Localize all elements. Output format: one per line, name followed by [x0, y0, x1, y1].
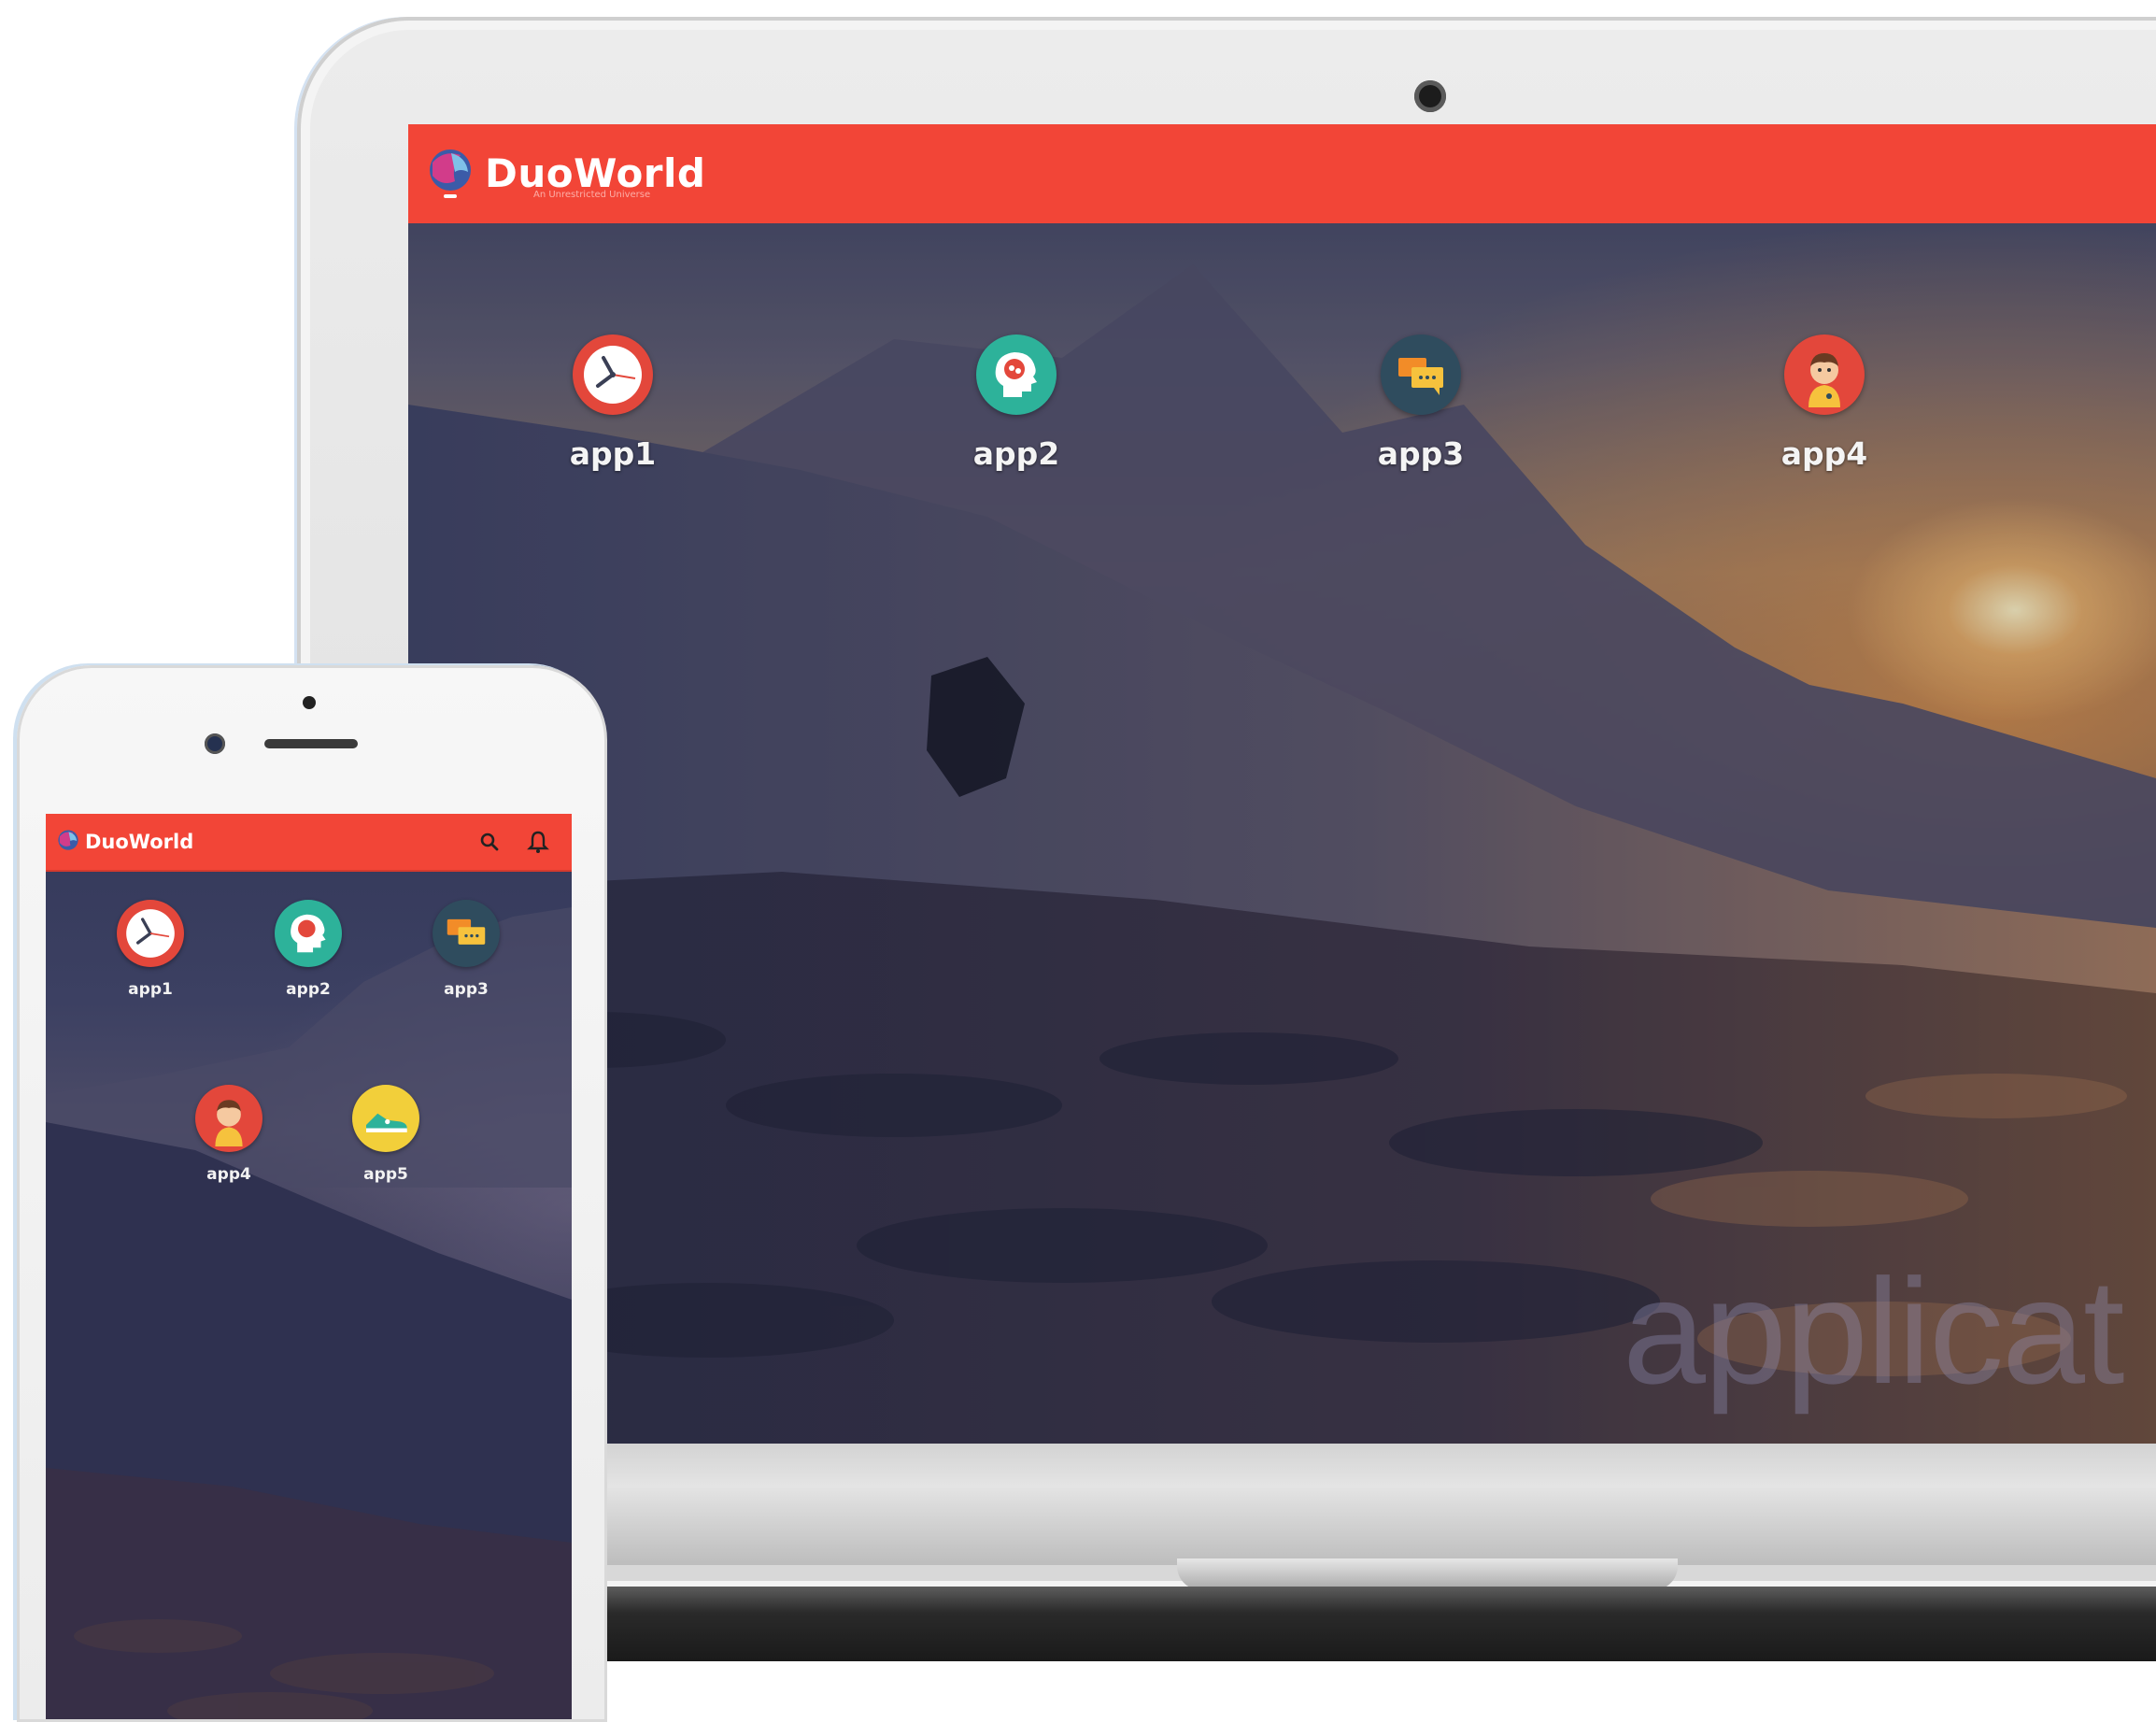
phone-top-app-bar: DuoWorld — [46, 814, 572, 872]
app-label: app3 — [1377, 435, 1465, 472]
avatar-icon — [1784, 334, 1865, 415]
clock-icon — [117, 900, 184, 967]
bell-icon[interactable] — [525, 829, 551, 855]
laptop-keyboard-edge — [598, 1587, 2156, 1661]
avatar-icon — [195, 1085, 262, 1152]
laptop-webcam — [1414, 80, 1446, 112]
mobile-app-4[interactable]: app4 — [168, 1085, 290, 1184]
phone-brand-name: DuoWorld — [85, 831, 194, 853]
laptop-hinge-notch — [1177, 1558, 1678, 1590]
phone-screen: DuoWorld app1 app2 app3 app4 app5 — [46, 814, 572, 1719]
desktop-app-1[interactable]: app1 — [519, 334, 706, 472]
mobile-app-5[interactable]: app5 — [325, 1085, 447, 1184]
phone-frame: DuoWorld app1 app2 app3 app4 app5 — [17, 665, 607, 1722]
laptop-base — [598, 1444, 2156, 1565]
app-label: app2 — [286, 980, 331, 999]
shoe-icon — [352, 1085, 419, 1152]
logo-globe-icon — [430, 149, 471, 198]
app-label: app4 — [206, 1165, 251, 1184]
search-icon[interactable] — [476, 829, 503, 855]
brain-icon — [976, 334, 1057, 415]
app-label: app5 — [363, 1165, 408, 1184]
brand-tagline: An Unrestricted Universe — [533, 190, 651, 200]
chat-icon — [433, 900, 500, 967]
desktop-app-3[interactable]: app3 — [1327, 334, 1514, 472]
logo-globe-icon — [58, 830, 78, 850]
mobile-app-2[interactable]: app2 — [248, 900, 369, 999]
laptop-screen: DuoWorld An Unrestricted Universe app1 a… — [408, 124, 2156, 1444]
clock-icon — [573, 334, 653, 415]
top-app-bar: DuoWorld An Unrestricted Universe — [408, 124, 2156, 223]
mobile-app-1[interactable]: app1 — [90, 900, 211, 999]
phone-front-camera — [205, 733, 225, 754]
desktop-app-2[interactable]: app2 — [923, 334, 1110, 472]
chat-icon — [1381, 334, 1461, 415]
brand-name: DuoWorld — [485, 150, 706, 196]
app-label: app3 — [444, 980, 489, 999]
app-label: app4 — [1780, 435, 1868, 472]
app-label: app1 — [128, 980, 173, 999]
phone-sensor — [303, 696, 316, 709]
phone-brand-logo[interactable]: DuoWorld — [55, 827, 193, 857]
app-label: app1 — [569, 435, 657, 472]
phone-speaker — [264, 739, 358, 748]
mobile-app-3[interactable]: app3 — [405, 900, 527, 999]
app-label: app2 — [972, 435, 1060, 472]
brain-icon — [275, 900, 342, 967]
watermark-text: applicat — [1623, 1247, 2124, 1415]
desktop-app-4[interactable]: app4 — [1731, 334, 1918, 472]
